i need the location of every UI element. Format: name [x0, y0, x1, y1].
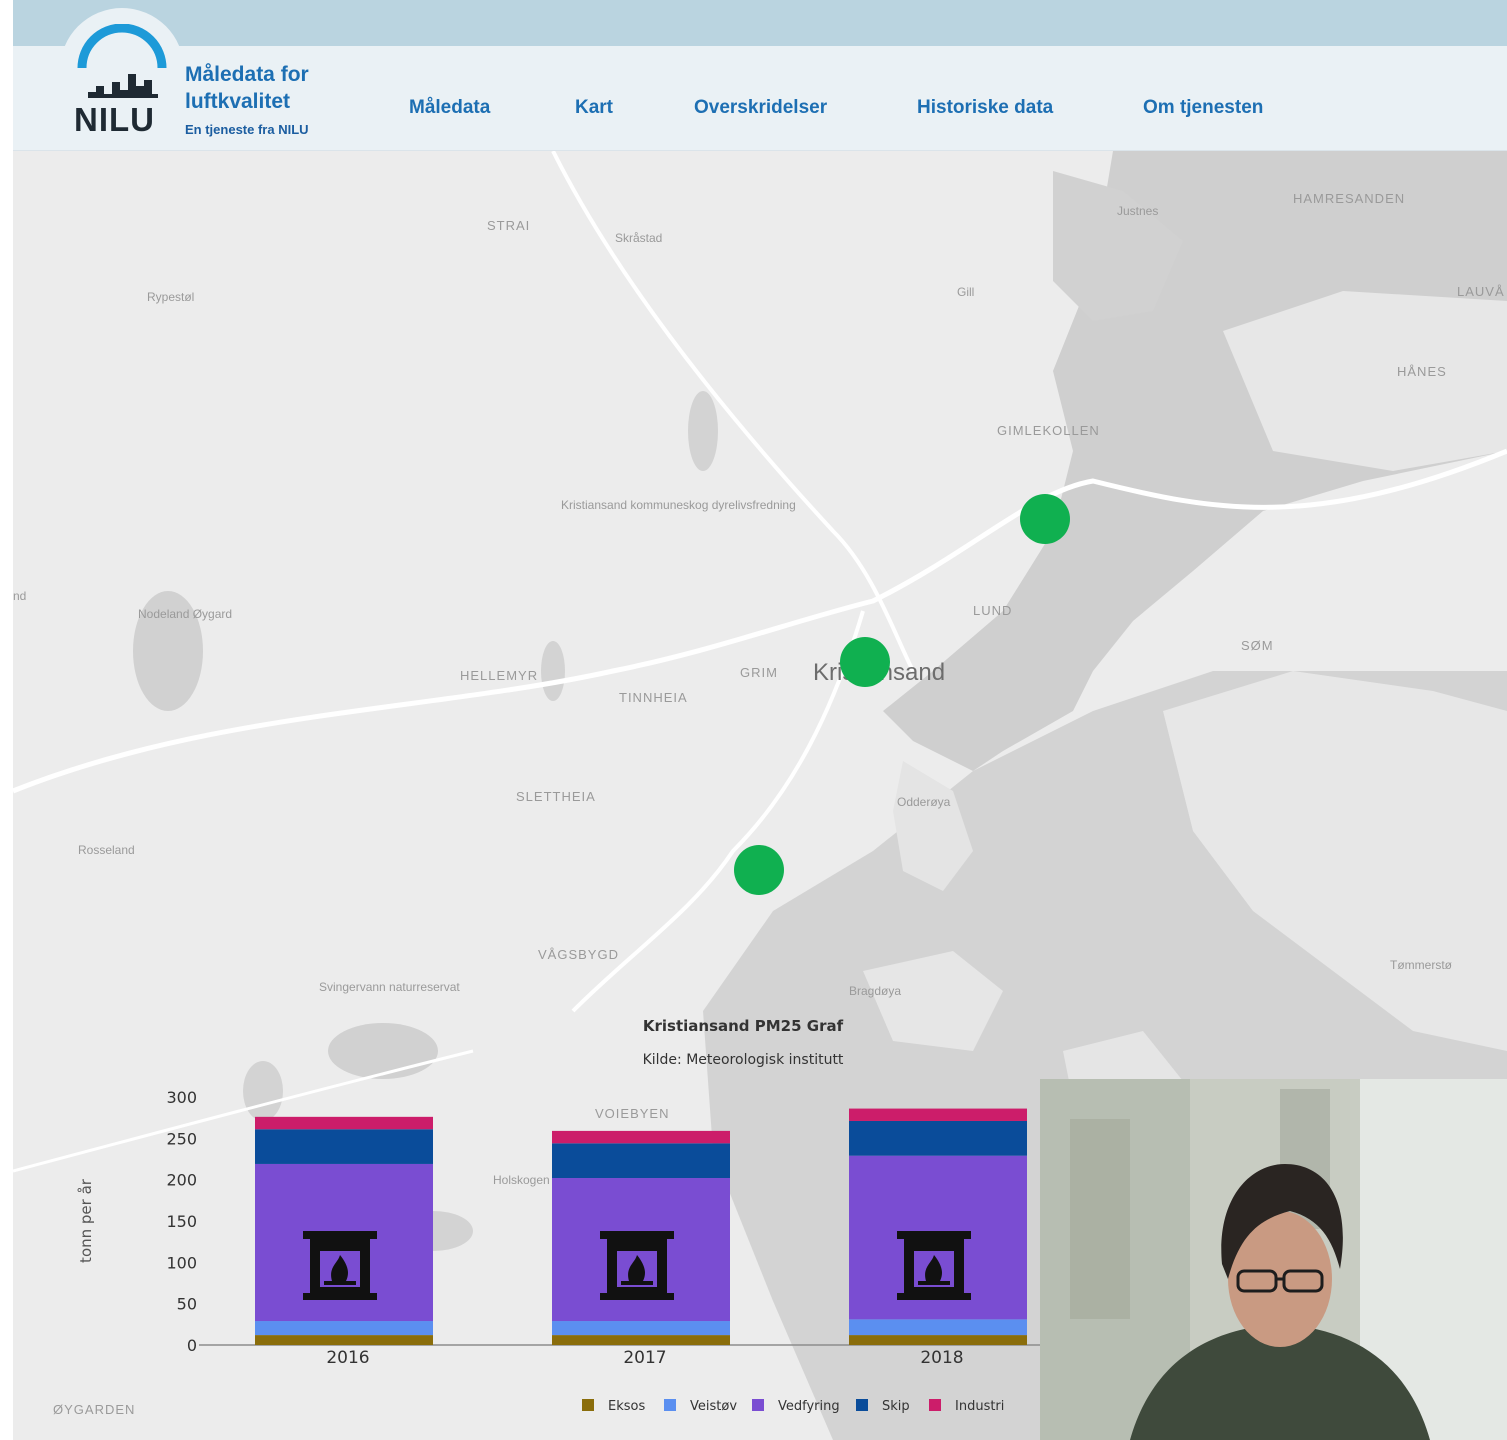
bar-2017-industri	[552, 1130, 730, 1144]
fireplace-icon	[600, 1231, 674, 1239]
legend-label-industri: Industri	[955, 1399, 1004, 1414]
legend-swatch-industri	[929, 1399, 941, 1411]
app-window: NILU Måledata for luftkvalitet En tjenes…	[13, 0, 1507, 1440]
fireplace-hearth-icon	[897, 1293, 971, 1300]
legend-label-skip: Skip	[882, 1399, 910, 1414]
bar-2017-eksos	[552, 1335, 730, 1345]
legend-swatch-vedfyring	[752, 1399, 764, 1411]
x-tick-label-2017: 2017	[623, 1348, 666, 1368]
y-tick-label-4: 200	[166, 1171, 197, 1190]
bar-2018-skip	[849, 1120, 1027, 1156]
bar-2018-eksos	[849, 1335, 1027, 1345]
y-tick-label-2: 100	[166, 1253, 197, 1272]
legend-swatch-veistøv	[664, 1399, 676, 1411]
legend-swatch-eksos	[582, 1399, 594, 1411]
bar-2016-skip	[255, 1129, 433, 1164]
bar-2017-veistøv	[552, 1321, 730, 1336]
fireplace-grate-icon	[324, 1281, 356, 1285]
fireplace-icon	[303, 1231, 377, 1239]
bar-2018-veistøv	[849, 1319, 1027, 1336]
y-tick-label-3: 150	[166, 1212, 197, 1231]
fireplace-grate-icon	[918, 1281, 950, 1285]
bar-2016-eksos	[255, 1335, 433, 1345]
y-tick-label-5: 250	[166, 1129, 197, 1148]
y-tick-label-1: 50	[177, 1295, 197, 1314]
legend-swatch-skip	[856, 1399, 868, 1411]
y-axis-label: tonn per år	[77, 1178, 95, 1263]
fireplace-grate-icon	[621, 1281, 653, 1285]
fireplace-icon	[897, 1231, 971, 1239]
bar-2018-industri	[849, 1108, 1027, 1121]
fireplace-hearth-icon	[303, 1293, 377, 1300]
x-tick-label-2016: 2016	[326, 1348, 369, 1368]
webcam-overlay	[1040, 1079, 1507, 1440]
legend-label-vedfyring: Vedfyring	[778, 1399, 840, 1414]
bar-2016-veistøv	[255, 1321, 433, 1336]
y-tick-label-6: 300	[166, 1088, 197, 1107]
webcam-feed	[1040, 1079, 1507, 1440]
x-tick-label-2018: 2018	[920, 1348, 963, 1368]
fireplace-hearth-icon	[600, 1293, 674, 1300]
legend-label-eksos: Eksos	[608, 1399, 645, 1414]
y-tick-label-0: 0	[187, 1336, 197, 1355]
bar-2016-industri	[255, 1116, 433, 1130]
bar-2017-skip	[552, 1143, 730, 1179]
legend-label-veistøv: Veistøv	[690, 1399, 737, 1414]
